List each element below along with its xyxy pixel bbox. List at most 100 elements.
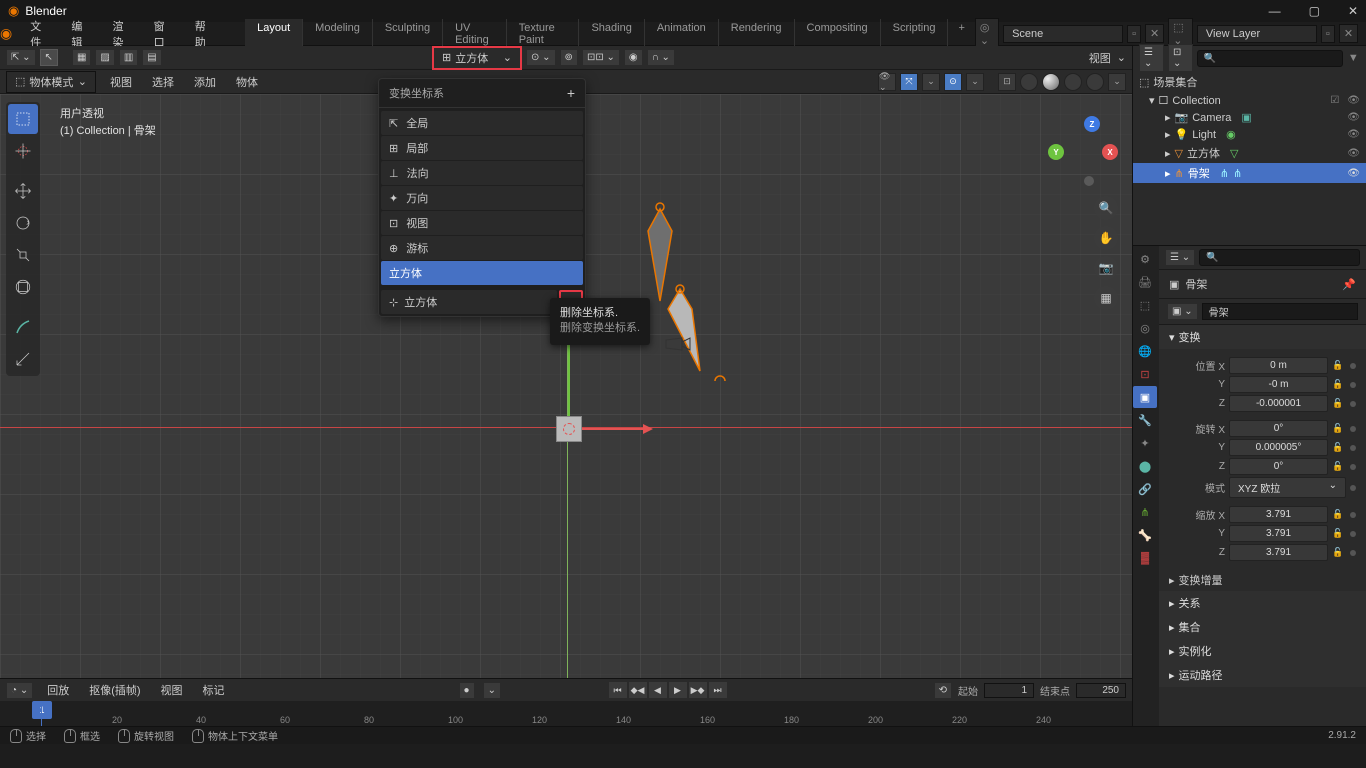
- disclosure-icon[interactable]: ▸: [1165, 128, 1171, 141]
- visibility-eye-icon[interactable]: 👁: [1347, 95, 1360, 106]
- select-mode-subtract-icon[interactable]: ▨: [95, 49, 114, 66]
- prop-tab-physics[interactable]: ⬤: [1133, 455, 1157, 477]
- nav-camera-icon[interactable]: 📷: [1094, 256, 1118, 280]
- jump-end-button[interactable]: ⏭: [709, 682, 727, 698]
- workspace-tab-layout[interactable]: Layout: [245, 19, 303, 49]
- gizmo-axis-neg-z[interactable]: [1084, 176, 1094, 186]
- keyframe-dot[interactable]: [1350, 512, 1356, 518]
- lock-icon[interactable]: 🔓: [1332, 379, 1346, 390]
- disclosure-icon[interactable]: ▸: [1165, 167, 1171, 180]
- cursor-tool-icon[interactable]: ↖: [40, 49, 58, 66]
- scene-delete-button[interactable]: ✕: [1145, 24, 1164, 43]
- gizmo-dropdown-icon[interactable]: ⌄: [922, 73, 940, 91]
- nav-zoom-icon[interactable]: 🔍: [1094, 196, 1118, 220]
- prop-tab-collection[interactable]: ⊡: [1133, 363, 1157, 385]
- close-button[interactable]: ✕: [1348, 4, 1358, 18]
- transform-item-custom[interactable]: 立方体: [381, 261, 583, 285]
- transform-item-gimbal[interactable]: ✦万向: [381, 186, 583, 210]
- workspace-add-button[interactable]: +: [948, 19, 974, 49]
- shading-rendered-icon[interactable]: [1086, 73, 1104, 91]
- workspace-tab-rendering[interactable]: Rendering: [719, 19, 795, 49]
- proportional-falloff-dropdown[interactable]: ∩ ⌄: [647, 49, 675, 66]
- rotation-mode-dropdown[interactable]: XYZ 欧拉⌄: [1229, 477, 1346, 498]
- datablock-dropdown[interactable]: ▣ ⌄: [1167, 303, 1198, 320]
- timeline-playback-menu[interactable]: 回放: [41, 680, 75, 700]
- play-button[interactable]: ▶: [669, 682, 687, 698]
- outliner-item-armature[interactable]: ▸ ⋔ 骨架 ⋔ ⋔ 👁: [1133, 163, 1366, 183]
- outliner-search[interactable]: [1197, 50, 1343, 67]
- outliner-collection[interactable]: ▾ ☐ Collection ☑👁: [1133, 92, 1366, 109]
- lock-icon[interactable]: 🔓: [1332, 398, 1346, 409]
- lock-icon[interactable]: 🔓: [1332, 442, 1346, 453]
- outliner-display-dropdown[interactable]: ☰ ⌄: [1139, 44, 1164, 72]
- prop-tab-scene[interactable]: ◎: [1133, 317, 1157, 339]
- tool-cursor[interactable]: [8, 136, 38, 166]
- proportional-edit-toggle[interactable]: ◉: [624, 49, 643, 66]
- instancing-section[interactable]: ▸实例化: [1159, 639, 1366, 663]
- disclosure-icon[interactable]: ▾: [1149, 94, 1155, 107]
- add-menu[interactable]: 添加: [188, 72, 222, 92]
- transform-item-normal[interactable]: ⊥法向: [381, 161, 583, 185]
- workspace-tab-uv[interactable]: UV Editing: [443, 19, 507, 49]
- outliner-item-camera[interactable]: ▸ 📷 Camera ▣ 👁: [1133, 109, 1366, 126]
- transform-item-view[interactable]: ⊡视图: [381, 211, 583, 235]
- visibility-eye-icon[interactable]: 👁: [1347, 112, 1360, 123]
- prop-tab-modifiers[interactable]: 🔧: [1133, 409, 1157, 431]
- overlay-dropdown-icon[interactable]: ⌄: [966, 73, 984, 91]
- object-menu[interactable]: 物体: [230, 72, 264, 92]
- gizmo-center[interactable]: [556, 416, 582, 442]
- select-mode-invert-icon[interactable]: ▤: [142, 49, 161, 66]
- nav-perspective-icon[interactable]: ▦: [1094, 286, 1118, 310]
- shading-dropdown-icon[interactable]: ⌄: [1108, 73, 1126, 91]
- nav-pan-icon[interactable]: ✋: [1094, 226, 1118, 250]
- play-reverse-button[interactable]: ◀: [649, 682, 667, 698]
- delta-transform-section[interactable]: ▸变换增量: [1159, 569, 1366, 591]
- gizmo-toggle-icon[interactable]: ⤧: [900, 73, 918, 91]
- tool-move[interactable]: [8, 176, 38, 206]
- autokey-toggle[interactable]: ●: [459, 682, 475, 699]
- viewlayer-new-button[interactable]: ▫: [1321, 25, 1335, 43]
- object-name-input[interactable]: [1202, 303, 1358, 320]
- outliner-view-dropdown[interactable]: ⊡ ⌄: [1168, 44, 1193, 72]
- viewport-3d[interactable]: ⇱ ⌄ ↖ ▦ ▨ ▥ ▤ ⊞ 立方体 ⌄ ⊙ ⌄ ⊚ ⊡⊡ ⌄ ◉ ∩ ⌄: [0, 46, 1132, 726]
- tool-measure[interactable]: [8, 344, 38, 374]
- minimize-button[interactable]: —: [1269, 4, 1281, 18]
- xray-toggle-icon[interactable]: ⊡: [998, 73, 1016, 91]
- workspace-tab-animation[interactable]: Animation: [645, 19, 719, 49]
- keyframe-dot[interactable]: [1350, 401, 1356, 407]
- visibility-eye-icon[interactable]: 👁: [1347, 129, 1360, 140]
- viewlayer-name-input[interactable]: [1197, 25, 1317, 43]
- transform-section-header[interactable]: ▾ 变换: [1159, 325, 1366, 349]
- scale-z-input[interactable]: 3.791: [1229, 544, 1328, 561]
- keyframe-dot[interactable]: [1350, 445, 1356, 451]
- overlay-toggle-icon[interactable]: ⊙: [944, 73, 962, 91]
- gizmo-y-arrow[interactable]: [568, 338, 570, 418]
- keyframe-dot[interactable]: [1350, 531, 1356, 537]
- exclude-checkbox[interactable]: ☑: [1330, 95, 1339, 106]
- scene-browse-icon[interactable]: ◎ ⌄: [975, 18, 999, 50]
- workspace-tab-shading[interactable]: Shading: [579, 19, 644, 49]
- tool-rotate[interactable]: [8, 208, 38, 238]
- lock-icon[interactable]: 🔓: [1332, 423, 1346, 434]
- lock-icon[interactable]: 🔓: [1332, 360, 1346, 371]
- disclosure-icon[interactable]: ▸: [1165, 147, 1171, 160]
- select-menu[interactable]: 选择: [146, 72, 180, 92]
- navigation-gizmo[interactable]: Z X Y: [1048, 116, 1118, 186]
- transform-custom-field[interactable]: ⊹立方体: [381, 290, 557, 314]
- end-frame-input[interactable]: [1076, 683, 1126, 698]
- properties-search[interactable]: [1199, 249, 1360, 266]
- autokey-dropdown[interactable]: ⌄: [483, 682, 501, 699]
- gizmo-axis-z[interactable]: Z: [1084, 116, 1100, 132]
- workspace-tab-sculpting[interactable]: Sculpting: [373, 19, 443, 49]
- keyframe-next-button[interactable]: ▶◆: [689, 682, 707, 698]
- keyframe-dot[interactable]: [1350, 426, 1356, 432]
- gizmo-axis-y[interactable]: Y: [1048, 144, 1064, 160]
- blender-menu-logo-icon[interactable]: ◉: [0, 25, 12, 42]
- shading-wireframe-icon[interactable]: [1020, 73, 1038, 91]
- prop-tab-particles[interactable]: ✦: [1133, 432, 1157, 454]
- prop-tab-world[interactable]: 🌐: [1133, 340, 1157, 362]
- workspace-tab-compositing[interactable]: Compositing: [795, 19, 881, 49]
- tool-annotate[interactable]: [8, 312, 38, 342]
- pin-icon[interactable]: 📌: [1342, 278, 1356, 291]
- outliner-filter-icon[interactable]: ▼: [1347, 49, 1360, 67]
